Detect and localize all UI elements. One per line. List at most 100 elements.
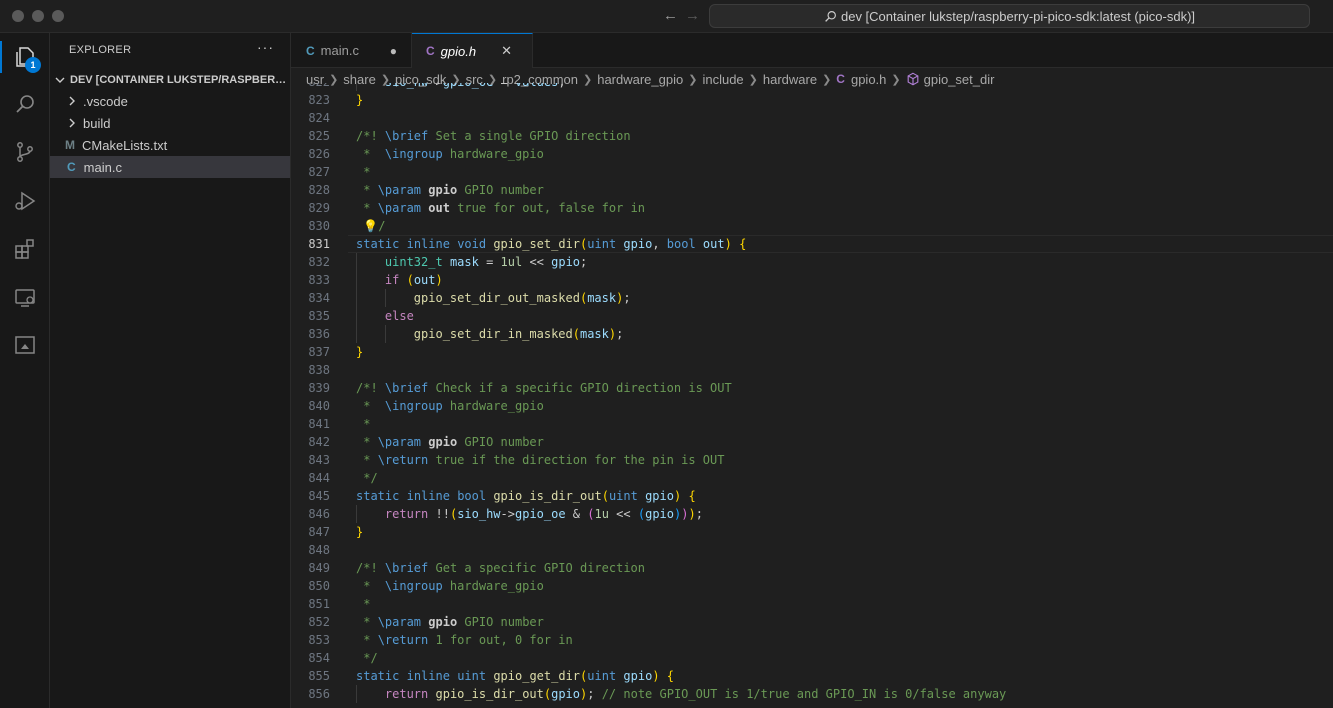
line-number: 831 [308, 237, 330, 251]
code-text: uint32_t mask = 1ul << gpio; [384, 255, 588, 269]
remote-window-icon[interactable] [12, 332, 38, 358]
code-text: * \return true if the direction for the … [356, 453, 725, 467]
lightbulb-icon[interactable]: 💡 [363, 219, 378, 233]
line-number: 852 [308, 615, 330, 629]
code-line[interactable]: 832 uint32_t mask = 1ul << gpio; [291, 253, 1333, 271]
extensions-icon[interactable] [12, 236, 38, 262]
code-text: */ [356, 471, 378, 485]
code-text: * [356, 597, 371, 611]
code-line[interactable]: 837} [291, 343, 1333, 361]
c-file-icon: C [306, 43, 315, 58]
run-debug-icon[interactable] [12, 188, 38, 214]
code-line[interactable]: 844 */ [291, 469, 1333, 487]
line-number: 850 [308, 579, 330, 593]
line-number: 854 [308, 651, 330, 665]
workspace-section-header[interactable]: DEV [CONTAINER LUKSTEP/RASPBERRY-PI-PICO… [50, 69, 290, 91]
code-line[interactable]: 835 else [291, 307, 1333, 325]
code-line[interactable]: 831 static inline void gpio_set_dir(uint … [291, 235, 1333, 253]
code-line[interactable]: 843 * \return true if the direction for … [291, 451, 1333, 469]
code-text: * \param gpio GPIO number [356, 183, 544, 197]
line-number: 829 [308, 201, 330, 215]
line-number: 843 [308, 453, 330, 467]
line-number: 830 [308, 219, 330, 233]
code-line[interactable]: 822 sio_hw->gpio_oe = values; [291, 83, 1333, 91]
source-control-icon[interactable] [12, 139, 38, 165]
line-number: 832 [308, 255, 330, 269]
code-line[interactable]: 825 /*! \brief Set a single GPIO directio… [291, 127, 1333, 145]
code-text: } [356, 93, 364, 107]
forward-arrow-icon[interactable]: → [685, 7, 700, 24]
cmake-file-icon: M [65, 138, 75, 152]
line-number: 846 [308, 507, 330, 521]
tree-item-build[interactable]: build [50, 112, 290, 134]
code-line[interactable]: 838 [291, 361, 1333, 379]
code-line[interactable]: 846 return !!(sio_hw->gpio_oe & (1u << (… [291, 505, 1333, 523]
c-file-icon: C [426, 44, 435, 58]
code-text: * \ingroup hardware_gpio [356, 147, 544, 161]
code-line[interactable]: 836 gpio_set_dir_in_masked(mask); [291, 325, 1333, 343]
tab-label: gpio.h [440, 43, 477, 59]
code-line[interactable]: 842 * \param gpio GPIO number [291, 433, 1333, 451]
code-line[interactable]: 828 * \param gpio GPIO number [291, 181, 1333, 199]
line-number: 844 [308, 471, 330, 485]
code-line[interactable]: 823} [291, 91, 1333, 109]
close-window-button[interactable] [12, 10, 24, 22]
zoom-window-button[interactable] [52, 10, 64, 22]
code-line[interactable]: 826 * \ingroup hardware_gpio [291, 145, 1333, 163]
code-text: } [356, 345, 364, 359]
unsaved-dot-icon[interactable]: ● [390, 44, 397, 58]
code-line[interactable]: 840 * \ingroup hardware_gpio [291, 397, 1333, 415]
tree-item-main-c[interactable]: C main.c [50, 156, 290, 178]
code-editor[interactable]: 822 sio_hw->gpio_oe = values;823}824825/… [291, 83, 1333, 708]
code-line[interactable]: 855 static inline uint gpio_get_dir(uint … [291, 667, 1333, 685]
code-line[interactable]: 845 static inline bool gpio_is_dir_out(ui… [291, 487, 1333, 505]
chevron-down-icon [55, 77, 65, 83]
code-line[interactable]: 827 * [291, 163, 1333, 181]
active-indicator [0, 41, 2, 73]
line-number: 856 [308, 687, 330, 701]
workspace-name: DEV [CONTAINER LUKSTEP/RASPBERRY-PI-PICO… [70, 74, 288, 86]
tab-gpio-h[interactable]: C gpio.h ✕ [412, 33, 533, 68]
tree-item-label: .vscode [83, 93, 128, 109]
code-text: gpio_set_dir_in_masked(mask); [413, 327, 624, 341]
code-line[interactable]: 849 /*! \brief Get a specific GPIO direct… [291, 559, 1333, 577]
back-arrow-icon[interactable]: ← [663, 7, 678, 24]
tree-item-cmakelists[interactable]: M CMakeLists.txt [50, 134, 290, 156]
remote-explorer-icon[interactable] [12, 285, 38, 311]
code-line[interactable]: 829 * \param out true for out, false for… [291, 199, 1333, 217]
line-number: 847 [308, 525, 330, 539]
code-line[interactable]: 848 [291, 541, 1333, 559]
chevron-right-icon [69, 118, 75, 128]
line-number: 853 [308, 633, 330, 647]
code-line[interactable]: 852 * \param gpio GPIO number [291, 613, 1333, 631]
code-text: return !!(sio_hw->gpio_oe & (1u << (gpio… [384, 507, 703, 521]
tab-main-c[interactable]: C main.c ● [291, 33, 412, 68]
code-line[interactable]: 824 [291, 109, 1333, 127]
code-line[interactable]: 841 * [291, 415, 1333, 433]
line-number: 837 [308, 345, 330, 359]
tab-bar: C main.c ● C gpio.h ✕ [291, 33, 1333, 68]
activity-bar: 1 [0, 33, 50, 708]
command-center[interactable]: dev [Container lukstep/raspberry-pi-pico… [709, 4, 1310, 28]
code-line[interactable]: 854 */ [291, 649, 1333, 667]
code-line[interactable]: 839 /*! \brief Check if a specific GPIO d… [291, 379, 1333, 397]
code-line[interactable]: 833 if (out) [291, 271, 1333, 289]
code-line[interactable]: 834 gpio_set_dir_out_masked(mask); [291, 289, 1333, 307]
tree-item-vscode[interactable]: .vscode [50, 90, 290, 112]
code-line[interactable]: 847} [291, 523, 1333, 541]
search-icon[interactable] [12, 91, 38, 117]
code-text: * \ingroup hardware_gpio [356, 579, 544, 593]
more-actions-icon[interactable]: ··· [257, 39, 274, 55]
code-line[interactable]: 851 * [291, 595, 1333, 613]
code-line[interactable]: 853 * \return 1 for out, 0 for in [291, 631, 1333, 649]
code-line[interactable]: 850 * \ingroup hardware_gpio [291, 577, 1333, 595]
code-line[interactable]: 856 return gpio_is_dir_out(gpio); // not… [291, 685, 1333, 703]
tree-item-label: main.c [83, 159, 122, 175]
code-line[interactable]: 830 💡/ [291, 217, 1333, 235]
code-text: } [356, 525, 364, 539]
code-text: * [356, 165, 371, 179]
code-text: * \param gpio GPIO number [356, 435, 544, 449]
minimize-window-button[interactable] [32, 10, 44, 22]
explorer-icon[interactable]: 1 [12, 44, 41, 73]
close-tab-icon[interactable]: ✕ [501, 43, 512, 59]
